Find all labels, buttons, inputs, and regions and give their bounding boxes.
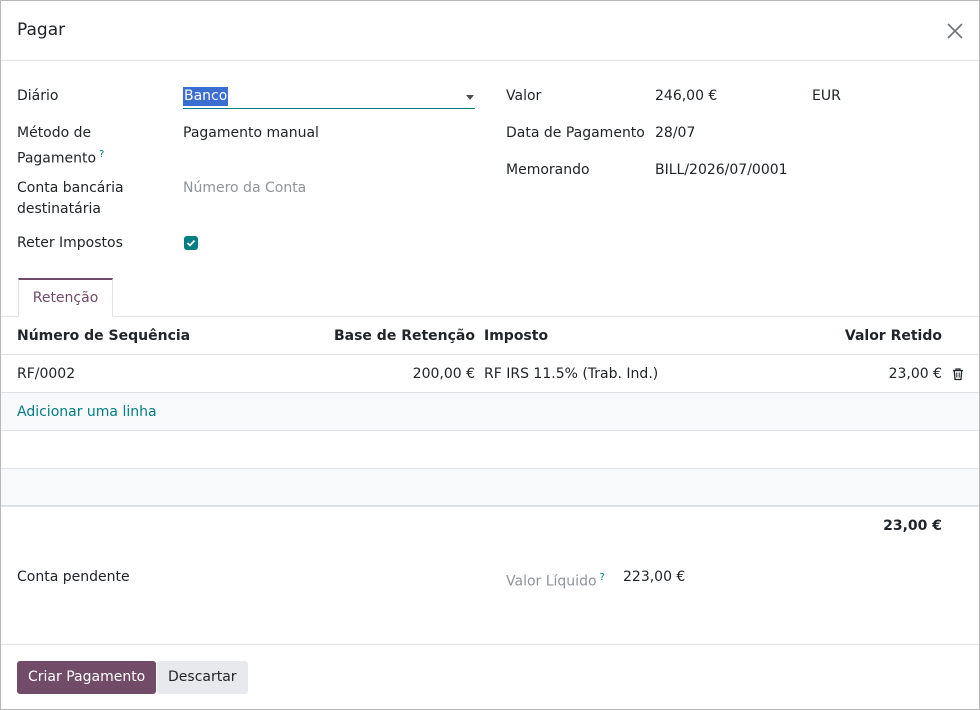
withheld-total: 23,00 € xyxy=(883,518,942,534)
col-base[interactable]: Base de Retenção xyxy=(334,317,475,355)
table-empty-row xyxy=(1,469,979,507)
net-amount-label: Valor Líquido? xyxy=(506,567,605,593)
table-row[interactable]: RF/0002 200,00 € RF IRS 11.5% (Trab. Ind… xyxy=(1,355,979,393)
help-icon[interactable]: ? xyxy=(99,149,104,160)
tab-retencao[interactable]: Retenção xyxy=(18,278,113,317)
cell-sequence[interactable]: RF/0002 xyxy=(17,355,75,393)
table-empty-row xyxy=(1,431,979,469)
close-icon[interactable] xyxy=(945,21,965,41)
method-label: Método de Pagamento? xyxy=(17,123,104,170)
method-value[interactable]: Pagamento manual xyxy=(183,123,319,144)
add-line-row: Adicionar uma linha xyxy=(1,393,979,431)
payment-date-value[interactable]: 28/07 xyxy=(655,123,695,144)
dialog-title: Pagar xyxy=(17,20,66,40)
journal-label: Diário xyxy=(17,88,59,104)
journal-value: Banco xyxy=(183,87,229,106)
create-payment-button[interactable]: Criar Pagamento xyxy=(17,661,157,694)
payment-dialog: Pagar Diário Banco Método de Pagamento? … xyxy=(0,0,980,710)
dialog-header: Pagar xyxy=(1,1,979,61)
table-header: Número de Sequência Base de Retenção Imp… xyxy=(1,317,979,355)
payment-date-label: Data de Pagamento xyxy=(506,125,645,141)
net-amount-label-text: Valor Líquido xyxy=(506,573,597,590)
trash-icon[interactable] xyxy=(951,367,965,381)
cell-base[interactable]: 200,00 € xyxy=(413,355,475,393)
bank-account-input[interactable]: Número da Conta xyxy=(183,178,306,199)
journal-select[interactable]: Banco xyxy=(183,86,475,109)
bank-account-label: Conta bancária destinatária xyxy=(17,178,124,220)
net-amount-value: 223,00 € xyxy=(623,569,686,585)
caret-down-icon xyxy=(466,95,474,100)
help-icon[interactable]: ? xyxy=(600,572,605,583)
cell-withheld[interactable]: 23,00 € xyxy=(889,355,942,393)
amount-value[interactable]: 246,00 € xyxy=(655,86,717,107)
bank-label-line1: Conta bancária xyxy=(17,180,124,196)
withhold-checkbox[interactable] xyxy=(184,236,198,250)
cell-tax[interactable]: RF IRS 11.5% (Trab. Ind.) xyxy=(484,355,658,393)
add-line-link[interactable]: Adicionar uma linha xyxy=(17,393,157,431)
dialog-footer: Criar Pagamento Descartar xyxy=(1,644,979,710)
method-label-line2: Pagamento xyxy=(17,150,97,167)
outstanding-account-label: Conta pendente xyxy=(17,569,130,585)
col-tax[interactable]: Imposto xyxy=(484,317,548,355)
col-sequence[interactable]: Número de Sequência xyxy=(17,317,190,355)
method-label-line1: Método de xyxy=(17,125,92,141)
memo-value[interactable]: BILL/2026/07/0001 xyxy=(655,160,788,181)
currency-value[interactable]: EUR xyxy=(812,86,841,107)
withhold-label: Reter Impostos xyxy=(17,235,123,251)
bank-label-line2: destinatária xyxy=(17,201,101,217)
col-withheld[interactable]: Valor Retido xyxy=(845,317,942,355)
amount-label: Valor xyxy=(506,88,542,104)
discard-button[interactable]: Descartar xyxy=(157,661,248,694)
memo-label: Memorando xyxy=(506,162,590,178)
